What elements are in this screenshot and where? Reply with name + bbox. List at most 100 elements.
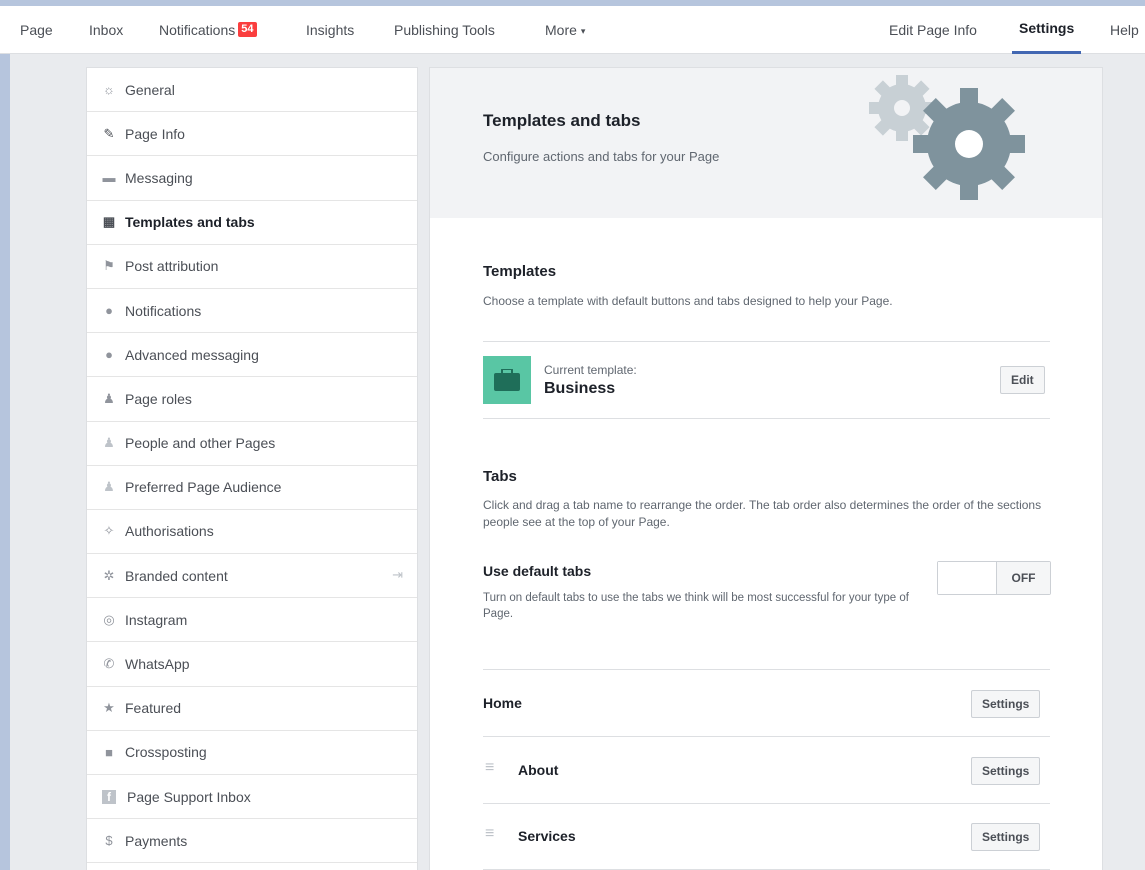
instagram-icon: ◎ [103,611,115,627]
whatsapp-icon: ✆ [103,656,115,672]
page-subtitle: Configure actions and tabs for your Page [483,149,720,164]
nav-help[interactable]: Help [1110,6,1139,54]
services-settings-button[interactable]: Settings [971,823,1041,851]
templates-description: Choose a template with default buttons a… [483,294,893,308]
nav-more-label: More [545,22,577,38]
sidebar-item-label: Featured [125,700,182,717]
facebook-icon: f [102,789,116,804]
divider [483,669,1050,670]
divider [483,341,1050,342]
sidebar-item-label: Page Info [125,125,185,142]
drag-handle-icon[interactable]: ≡ [485,759,494,777]
page-top-nav: Page Inbox Notifications 54 Insights Publ… [0,6,1145,54]
sidebar-item-templates-and-tabs[interactable]: ▦ Templates and tabs [87,201,417,245]
sidebar-item-preferred-page-audience[interactable]: ♟ Preferred Page Audience [87,466,417,510]
flag-icon: ⚑ [103,258,115,274]
sidebar-item-branded-content[interactable]: ✲ Branded content ⇥ [87,554,417,599]
sidebar-item-page-support-inbox[interactable]: f Page Support Inbox [87,775,417,820]
sidebar-item-crossposting[interactable]: ■ Crossposting [87,731,417,775]
sidebar-item-label: Crossposting [125,744,207,761]
sidebar-item-payments[interactable]: $ Payments [87,819,417,864]
sidebar-item-label: Page roles [125,390,192,407]
divider [483,736,1050,737]
nav-notifications[interactable]: Notifications 54 [159,6,257,54]
sidebar-item-featured[interactable]: ★ Featured [87,687,417,731]
sidebar-item-label: General [125,81,175,98]
use-default-tabs-description: Turn on default tabs to use the tabs we … [483,592,909,620]
sidebar-item-messaging[interactable]: ▬ Messaging [87,156,417,201]
nav-settings[interactable]: Settings [1012,6,1082,54]
sidebar-item-label: WhatsApp [125,656,190,673]
gear-icon: ☼ [103,82,115,98]
audience-icon: ♟ [103,479,115,495]
nav-page[interactable]: Page [20,6,53,54]
page-title: Templates and tabs [483,111,641,130]
star-icon: ★ [103,700,115,716]
edit-template-button[interactable]: Edit [1000,366,1045,394]
small-gear-icon [869,75,935,141]
tab-home-label: Home [483,695,522,711]
gears-illustration [869,75,1025,200]
dollar-icon: $ [105,833,113,849]
tab-about-label[interactable]: About [518,762,558,778]
home-settings-button[interactable]: Settings [971,690,1041,718]
sidebar-item-label: People and other Pages [125,435,276,452]
settings-main-panel: Templates and tabs Configure actions and… [429,67,1103,870]
tab-services-label[interactable]: Services [518,828,576,844]
external-link-icon: ⇥ [392,567,403,583]
sidebar-item-label: Advanced messaging [125,346,259,363]
sidebar-item-label: Notifications [125,302,202,319]
sidebar-item-notifications[interactable]: ● Notifications [87,289,417,334]
caret-down-icon: ▾ [580,26,586,36]
sidebar-item-general[interactable]: ☼ General [87,68,417,113]
grid-icon: ▦ [102,214,116,230]
sidebar-item-label: Post attribution [125,258,219,275]
divider [483,418,1050,419]
tabs-description: Click and drag a tab name to rearrange t… [483,498,1042,529]
toggle-state: OFF [997,562,1050,594]
sidebar-item-advanced-messaging[interactable]: ● Advanced messaging [87,333,417,378]
nav-insights[interactable]: Insights [306,6,354,54]
pencil-icon: ✎ [103,125,115,141]
messaging-icon: ▬ [102,170,116,186]
sidebar-item-label: Instagram [125,611,188,628]
sidebar-item-label: Templates and tabs [125,214,255,231]
handshake-icon: ✲ [103,567,115,583]
nav-publishing-tools[interactable]: Publishing Tools [394,6,495,54]
large-gear-icon [913,88,1025,200]
sidebar-item-label: Authorisations [125,523,214,540]
briefcase-icon [494,369,520,391]
use-default-tabs-label: Use default tabs [483,563,592,579]
about-settings-button[interactable]: Settings [971,757,1041,785]
settings-sidebar: ☼ General ✎ Page Info ▬ Messaging ▦ Template… [86,67,418,870]
default-tabs-toggle[interactable]: OFF [937,561,1051,595]
sidebar-item-page-info[interactable]: ✎ Page Info [87,112,417,157]
divider [483,803,1050,804]
nav-notifications-label: Notifications [159,22,236,38]
nav-inbox[interactable]: Inbox [89,6,123,54]
sidebar-item-label: Messaging [125,169,193,186]
sidebar-item-authorisations[interactable]: ✧ Authorisations [87,510,417,555]
current-template-label: Current template: [544,363,637,377]
globe-icon: ● [105,303,113,319]
wrench-icon: ✧ [103,523,115,539]
sidebar-item-page-roles[interactable]: ♟ Page roles [87,377,417,422]
current-template-value: Business [544,380,616,397]
sidebar-item-instagram[interactable]: ◎ Instagram [87,598,417,643]
sidebar-item-people-and-other-pages[interactable]: ♟ People and other Pages [87,422,417,466]
sidebar-item-label: Branded content [125,567,228,584]
settings-header: Templates and tabs Configure actions and… [430,68,1102,218]
tabs-heading: Tabs [483,468,517,485]
messenger-icon: ● [105,347,113,363]
sidebar-item-post-attribution[interactable]: ⚑ Post attribution [87,245,417,289]
template-icon-box [483,356,531,404]
templates-heading: Templates [483,263,557,280]
nav-edit-page-info[interactable]: Edit Page Info [889,6,977,54]
window-frame-left [0,0,10,870]
sidebar-item-whatsapp[interactable]: ✆ WhatsApp [87,642,417,687]
sidebar-item-label: Page Support Inbox [127,788,251,805]
drag-handle-icon[interactable]: ≡ [485,825,494,843]
nav-more[interactable]: More ▾ [545,6,585,54]
notification-count-badge: 54 [238,22,257,37]
person-icon: ♟ [103,390,115,406]
